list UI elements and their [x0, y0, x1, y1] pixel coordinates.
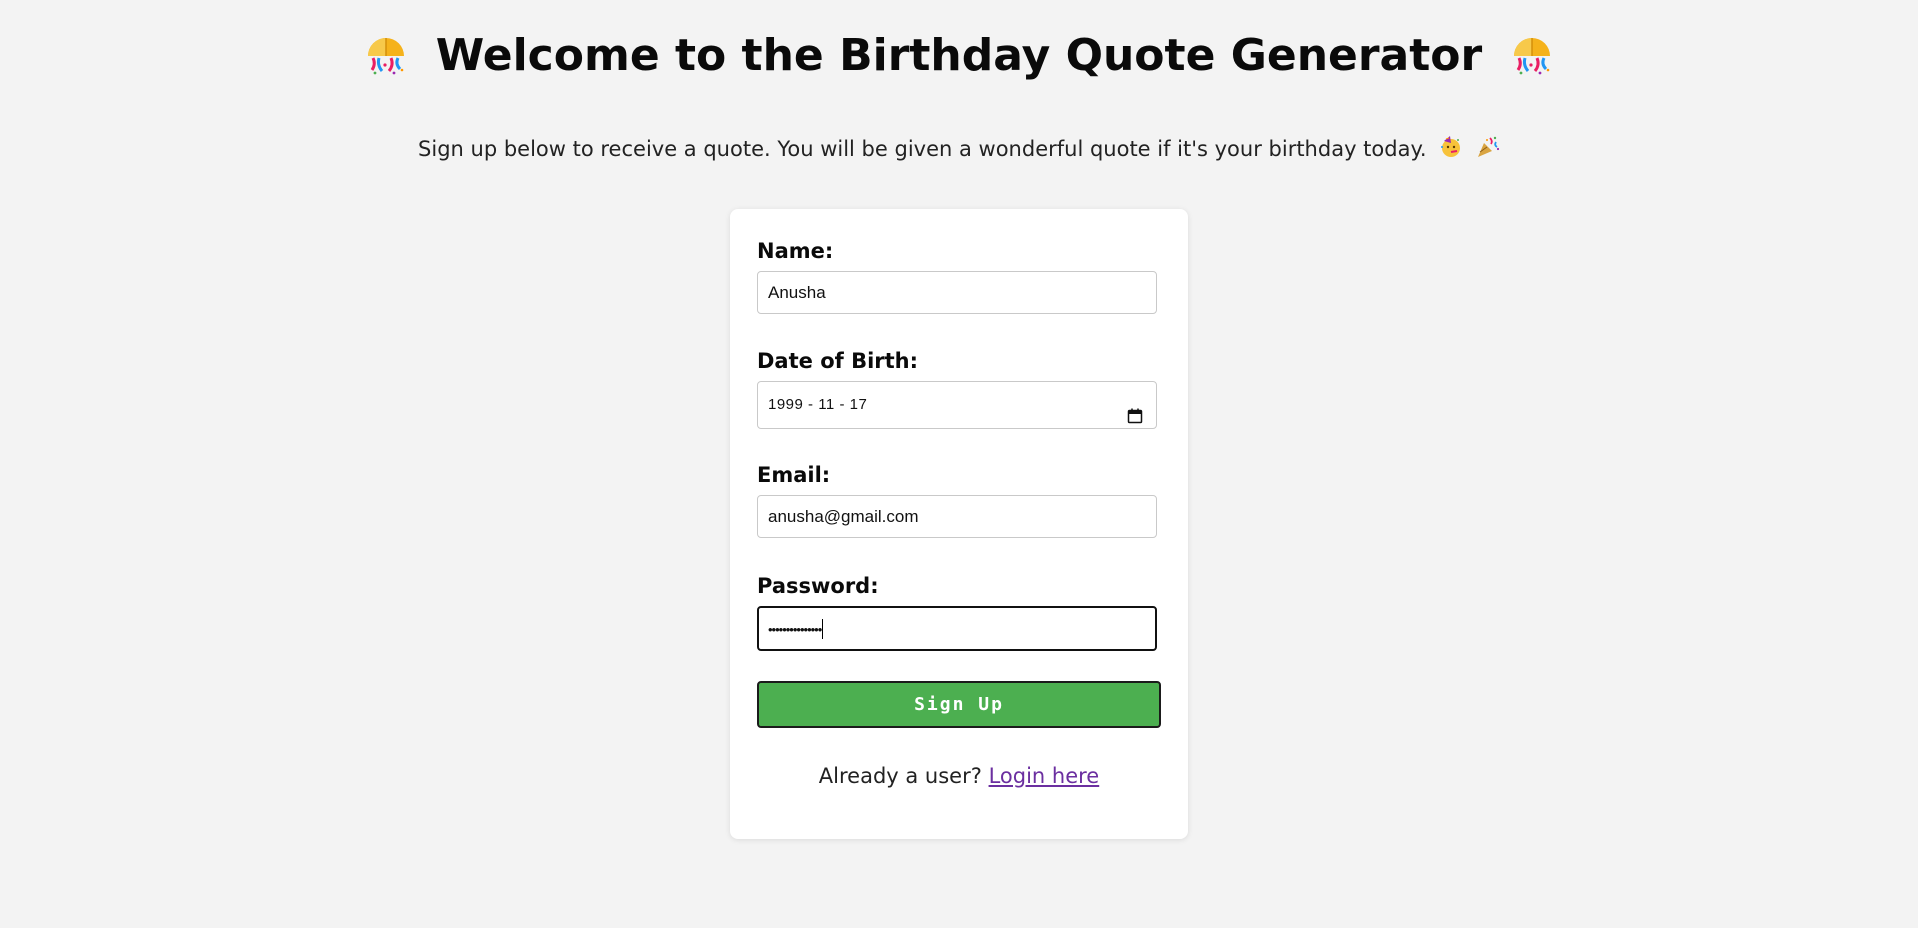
name-value: Anusha: [768, 283, 826, 302]
dob-value: 1999 - 11 - 17: [768, 396, 868, 413]
name-field[interactable]: Anusha: [757, 271, 1157, 314]
name-label: Name:: [757, 239, 834, 263]
password-label: Password:: [757, 574, 879, 598]
email-value: anusha@gmail.com: [768, 507, 919, 526]
party-popper-icon: [1476, 135, 1500, 159]
sign-up-button[interactable]: Sign Up: [757, 681, 1161, 728]
confetti-ball-icon: [364, 32, 408, 76]
calendar-icon[interactable]: [1127, 397, 1143, 424]
intro-text: Sign up below to receive a quote. You wi…: [418, 137, 1427, 161]
intro-text-row: Sign up below to receive a quote. You wi…: [0, 134, 1918, 164]
partying-face-icon: [1439, 135, 1463, 159]
date-of-birth-field[interactable]: 1999 - 11 - 17: [757, 381, 1157, 429]
dob-label: Date of Birth:: [757, 349, 919, 373]
email-field[interactable]: anusha@gmail.com: [757, 495, 1157, 538]
text-caret: [822, 618, 824, 639]
signup-form-card: Name: Anusha Date of Birth: 1999 - 11 - …: [730, 209, 1188, 839]
login-prompt: Already a user? Login here: [730, 761, 1188, 791]
page-title-row: Welcome to the Birthday Quote Generator: [0, 26, 1918, 86]
password-masked-value: •••••••••••••••: [768, 622, 822, 638]
login-prompt-text: Already a user?: [818, 764, 982, 788]
login-link[interactable]: Login here: [989, 764, 1100, 788]
email-label: Email:: [757, 463, 831, 487]
confetti-ball-icon: [1510, 32, 1554, 76]
password-field[interactable]: •••••••••••••••: [757, 606, 1157, 651]
page-title: Welcome to the Birthday Quote Generator: [435, 30, 1483, 81]
